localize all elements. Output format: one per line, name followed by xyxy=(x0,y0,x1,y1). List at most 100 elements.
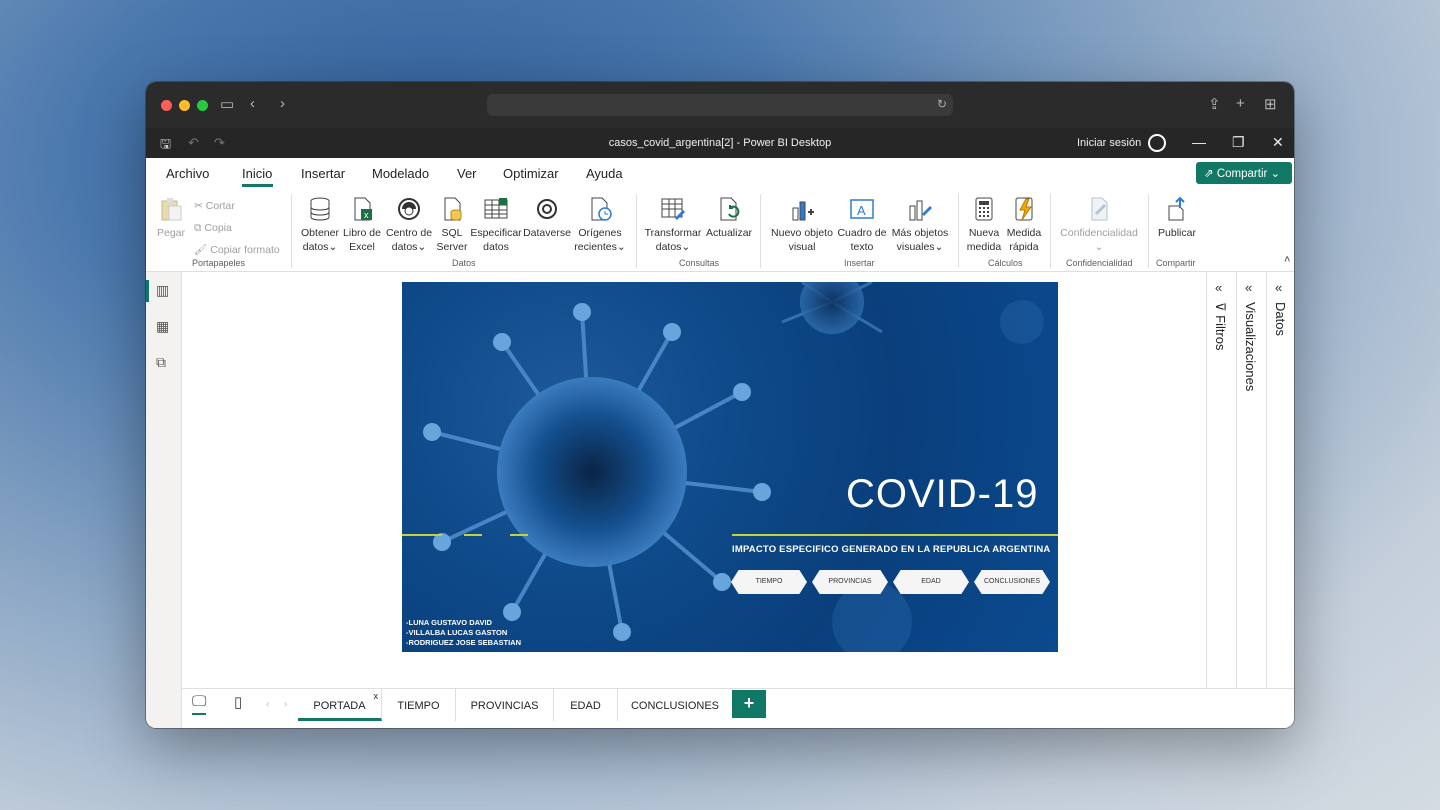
separator xyxy=(958,194,959,268)
paste-button[interactable]: Pegar xyxy=(154,196,188,240)
separator xyxy=(760,194,761,268)
tab-ver[interactable]: Ver xyxy=(457,166,477,181)
separator xyxy=(291,194,292,268)
tab-optimizar[interactable]: Optimizar xyxy=(503,166,559,181)
cut-button[interactable]: ✂ Cortar xyxy=(194,200,235,212)
dataverse-button[interactable]: Dataverse xyxy=(522,196,572,240)
get-data-button[interactable]: Obtener datos⌄ xyxy=(298,196,342,254)
table-icon xyxy=(484,198,508,219)
reload-icon[interactable]: ↻ xyxy=(937,97,947,111)
visualizations-pane[interactable]: « Visualizaciones xyxy=(1236,272,1266,688)
accent-line-segment xyxy=(464,534,482,536)
publish-icon xyxy=(1168,196,1185,221)
page-tab-provincias[interactable]: PROVINCIAS xyxy=(456,689,554,721)
page-tab-portada[interactable]: PORTADA x xyxy=(298,689,382,721)
data-hub-icon xyxy=(398,198,420,220)
close-icon[interactable]: ✕ xyxy=(1272,134,1284,151)
scroll-left-icon[interactable]: ‹ xyxy=(266,699,269,710)
new-tab-icon[interactable]: + xyxy=(1236,95,1245,112)
model-view-icon[interactable]: ⧉ xyxy=(156,354,166,371)
ribbon: Pegar ✂ Cortar ⧉ Copia 🖌 Copiar formato … xyxy=(146,188,1294,272)
collapse-ribbon-icon[interactable]: ˄ xyxy=(1284,254,1290,266)
data-hub-button[interactable]: Centro de datos⌄ xyxy=(384,196,434,254)
app-window: ▭ ‹ › ↻ ⇪ + ⊞ 🖫 ↶ ↷ casos_covid_argentin… xyxy=(146,82,1294,728)
browser-toolbar: ▭ ‹ › ↻ ⇪ + ⊞ xyxy=(146,82,1294,128)
desktop-layout-icon[interactable]: 🖵 xyxy=(192,693,207,715)
active-view-indicator xyxy=(146,280,149,302)
avatar[interactable] xyxy=(1148,134,1166,152)
new-visual-button[interactable]: Nuevo objeto visual xyxy=(766,196,838,254)
copy-button[interactable]: ⧉ Copia xyxy=(194,222,232,235)
transform-data-button[interactable]: Transformar datos⌄ xyxy=(642,196,704,254)
expand-chevron-icon[interactable]: « xyxy=(1245,280,1252,295)
minimize-icon[interactable]: — xyxy=(1192,134,1206,150)
table-view-icon[interactable]: ▦ xyxy=(156,318,169,335)
tab-modelado[interactable]: Modelado xyxy=(372,166,429,181)
group-consultas: Consultas xyxy=(679,258,720,268)
group-calculos: Cálculos xyxy=(988,258,1023,268)
tab-archivo[interactable]: Archivo xyxy=(166,166,209,181)
add-page-button[interactable]: + xyxy=(732,690,766,718)
back-icon[interactable]: ‹ xyxy=(250,95,255,112)
address-bar[interactable]: ↻ xyxy=(487,94,953,116)
data-pane[interactable]: « Datos xyxy=(1266,272,1294,688)
scroll-right-icon[interactable]: › xyxy=(284,699,287,710)
nav-button-conclusiones[interactable]: CONCLUSIONES xyxy=(974,570,1050,594)
ribbon-tabs: Archivo Inicio Insertar Modelado Ver Opt… xyxy=(146,158,1294,188)
nav-button-provincias[interactable]: PROVINCIAS xyxy=(812,570,888,594)
group-compartir: Compartir xyxy=(1156,258,1196,268)
active-tab-indicator xyxy=(242,184,273,187)
text-box-button[interactable]: A Cuadro de texto xyxy=(836,196,888,254)
window-controls xyxy=(161,99,208,111)
nav-button-edad[interactable]: EDAD xyxy=(893,570,969,594)
accent-line-right xyxy=(732,534,1058,536)
signin-link[interactable]: Iniciar sesión xyxy=(1077,137,1141,149)
svg-text:x: x xyxy=(364,210,369,220)
recent-sources-button[interactable]: Orígenes recientes⌄ xyxy=(572,196,628,254)
data-label: Datos xyxy=(1273,302,1288,336)
refresh-button[interactable]: Actualizar xyxy=(704,196,754,240)
nav-button-tiempo[interactable]: TIEMPO xyxy=(731,570,807,594)
expand-chevron-icon[interactable]: « xyxy=(1215,280,1222,295)
close-tab-icon[interactable]: x xyxy=(374,691,379,701)
filters-label: Filtros xyxy=(1213,315,1228,351)
group-datos: Datos xyxy=(452,258,476,268)
page-tab-edad[interactable]: EDAD xyxy=(554,689,618,721)
excel-workbook-button[interactable]: x Libro de Excel xyxy=(342,196,382,254)
page-tab-tiempo[interactable]: TIEMPO xyxy=(382,689,456,721)
more-visuals-icon xyxy=(909,200,932,221)
share-icon[interactable]: ⇪ xyxy=(1208,95,1221,113)
zoom-dot[interactable] xyxy=(197,99,208,111)
sensitivity-button[interactable]: Confidencialidad ⌄ xyxy=(1056,196,1142,254)
forward-icon[interactable]: › xyxy=(280,95,285,112)
more-visuals-button[interactable]: Más objetos visuales⌄ xyxy=(888,196,952,254)
expand-chevron-icon[interactable]: « xyxy=(1275,280,1282,295)
tab-overview-icon[interactable]: ⊞ xyxy=(1264,95,1277,113)
bar-chart-icon xyxy=(792,201,814,221)
chevron-down-icon: ⌄ xyxy=(1267,168,1281,180)
publish-button[interactable]: Publicar xyxy=(1154,196,1200,240)
page-tab-conclusiones[interactable]: CONCLUSIONES xyxy=(618,689,732,721)
share-button[interactable]: ⇗ Compartir ⌄ xyxy=(1196,162,1292,184)
tab-insertar[interactable]: Insertar xyxy=(301,166,345,181)
report-view-icon[interactable]: ▥ xyxy=(156,282,169,299)
new-measure-button[interactable]: Nueva medida xyxy=(964,196,1004,254)
authors-list: -LUNA GUSTAVO DAVID -VILLALBA LUCAS GAST… xyxy=(406,618,521,648)
restore-icon[interactable]: ❐ xyxy=(1232,134,1245,151)
sql-server-button[interactable]: SQL Server xyxy=(434,196,470,254)
mobile-layout-icon[interactable]: ▯ xyxy=(234,693,242,711)
group-portapapeles: Portapapeles xyxy=(192,258,246,268)
minimize-dot[interactable] xyxy=(179,99,190,111)
tab-inicio[interactable]: Inicio xyxy=(242,166,272,181)
visualizations-label: Visualizaciones xyxy=(1243,302,1258,392)
filters-pane[interactable]: « ⊽ Filtros xyxy=(1206,272,1236,688)
close-dot[interactable] xyxy=(161,99,172,111)
filter-icon: ⊽ xyxy=(1213,302,1228,316)
accent-line-segment xyxy=(510,534,528,536)
tab-ayuda[interactable]: Ayuda xyxy=(586,166,623,181)
format-painter-button[interactable]: 🖌 Copiar formato xyxy=(194,243,280,256)
enter-data-button[interactable]: Especificar datos xyxy=(470,196,522,254)
quick-measure-button[interactable]: Medida rápida xyxy=(1004,196,1044,254)
svg-text:A: A xyxy=(857,203,866,218)
sidebar-icon[interactable]: ▭ xyxy=(220,95,234,113)
